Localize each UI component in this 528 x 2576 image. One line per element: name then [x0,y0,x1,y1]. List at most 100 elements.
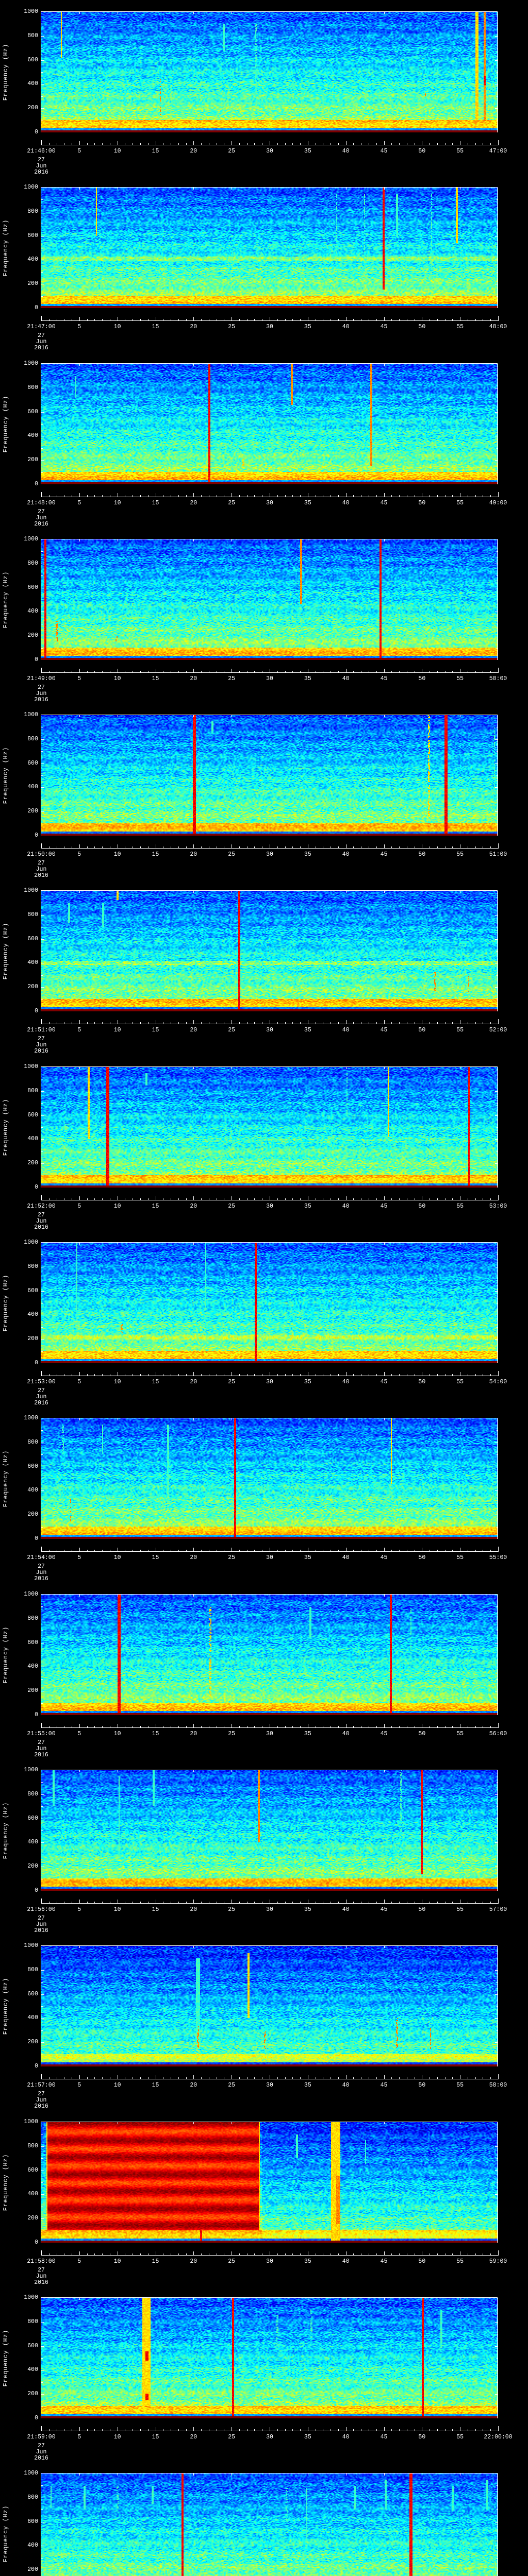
x-tick-label: 15 [152,148,159,155]
time-minor-tick [178,1374,179,1376]
time-minor-tick [338,846,339,848]
time-minor-tick [376,1022,377,1024]
time-minor-tick [239,319,240,320]
plot-right-tick [497,272,498,273]
time-minor-tick [399,1198,400,1200]
plot-right-tick [497,2358,498,2359]
x-tick-label: 20 [190,2258,197,2265]
time-minor-tick [87,671,88,672]
x-tick-label: 45 [380,1379,388,1385]
x-tick-label: 25 [228,1554,236,1561]
y-tick-label: 400 [27,1311,38,1318]
time-minor-tick [239,846,240,848]
time-minor-tick [186,1726,187,1727]
time-major-tick [384,1724,385,1727]
plot-left-tick [41,2146,44,2147]
time-minor-tick [376,1550,377,1551]
x-tick-label: 25 [228,851,236,858]
time-minor-tick [48,1198,50,1200]
plot-left-tick [41,1103,43,1104]
time-minor-tick [87,2077,88,2079]
time-minor-tick [399,495,400,497]
plot-top-tick [384,2473,385,2476]
x-tick-label: 30 [266,1554,273,1561]
y-tick-label: 400 [27,784,38,791]
time-minor-tick [285,2077,286,2079]
time-minor-tick [94,1374,95,1376]
time-minor-tick [475,319,476,320]
time-minor-tick [437,2253,438,2255]
plot-right-tick [495,811,498,812]
x-tick-label: 40 [342,500,350,506]
plot-right-tick [495,1139,498,1140]
spectrogram-panel: Frequency (Hz) 0 200 400 600 800 1000 21:54:00 5… [0,1406,528,1583]
time-minor-tick [452,2253,453,2255]
plot-right-tick [497,1430,498,1431]
x-tick-label: 35 [304,324,311,330]
plot-left-tick [41,1291,44,1292]
y-tick-label: 800 [27,1087,38,1094]
plot-left-tick [41,1794,44,1795]
spectrogram-image [41,539,498,660]
x-tick-label: 30 [266,1379,273,1385]
plot-top-tick [384,1946,385,1948]
plot-right-tick [497,1127,498,1128]
time-minor-tick [102,671,103,672]
spectrogram-image [41,1243,498,1363]
time-minor-tick [277,319,278,320]
time-minor-tick [475,2077,476,2079]
plot-right-tick [497,1351,498,1352]
time-minor-tick [376,1902,377,1903]
plot-left-tick [41,1527,43,1528]
y-tick-label: 600 [27,935,38,942]
plot-top-tick [193,891,194,893]
time-minor-tick [490,2429,491,2431]
time-major-tick [193,844,194,848]
spectrogram-panel: Frequency (Hz) 0 200 400 600 800 1000 21:48:00 4… [0,352,528,528]
time-minor-tick [338,2077,339,2079]
plot-right-tick [497,1806,498,1807]
time-major-tick [193,493,194,497]
time-minor-tick [292,1726,293,1727]
x-tick-label: 10 [113,500,121,506]
time-minor-tick [444,1902,446,1903]
x-tick-label: 50 [418,2434,426,2441]
time-minor-tick [102,2253,103,2255]
time-minor-tick [475,1022,476,1024]
spectrogram-image [41,1067,498,1188]
y-tick-label: 1000 [24,184,38,191]
y-axis-label: Frequency (Hz) [3,747,9,804]
time-minor-tick [178,143,179,145]
plot-top-tick [79,1418,80,1420]
x-tick-label: 55 [456,1027,464,1033]
time-minor-tick [186,1374,187,1376]
time-minor-tick [292,846,293,848]
time-minor-tick [140,1550,141,1551]
y-tick-label: 400 [27,1136,38,1143]
x-tick-label: 30 [266,148,273,155]
spectrogram-image [41,1595,498,1715]
y-tick-label: 0 [35,1184,38,1191]
time-minor-tick [452,1374,453,1376]
plot-left-tick [41,2218,44,2219]
x-start-label: 21:52:00 [27,1203,56,1210]
time-minor-tick [186,495,187,497]
time-minor-tick [391,671,392,672]
time-minor-tick [186,1022,187,1024]
time-axis-line [41,320,499,321]
plot-left-tick [41,1115,44,1116]
plot-top-tick [384,891,385,893]
time-minor-tick [285,1550,286,1551]
x-tick-label: 15 [152,1027,159,1033]
time-minor-tick [338,2253,339,2255]
time-minor-tick [452,671,453,672]
plot-right-tick [495,2394,498,2395]
time-minor-tick [246,1022,248,1024]
y-tick-label: 800 [27,1615,38,1622]
time-minor-tick [444,2253,446,2255]
x-axis-date-line: 2016 [34,872,48,879]
y-tick-label: 0 [35,832,38,839]
time-minor-tick [87,143,88,145]
y-tick-label: 1000 [24,360,38,367]
plot-left-tick [41,2182,43,2183]
